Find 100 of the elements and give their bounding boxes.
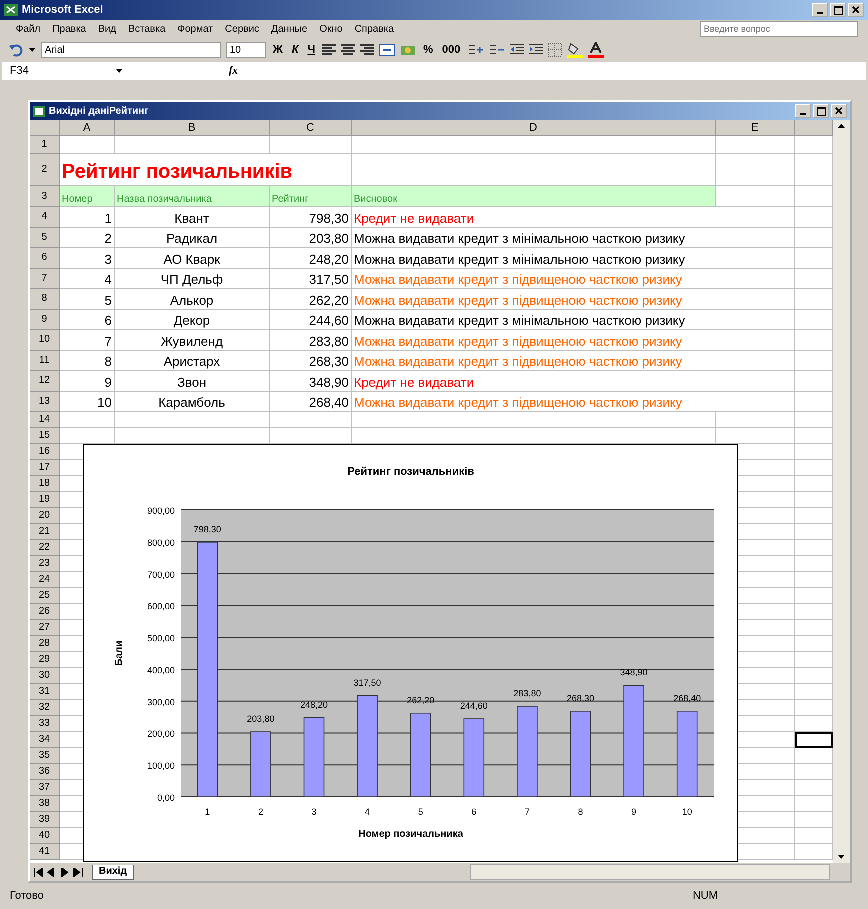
table-cell[interactable]: Радикал (115, 228, 270, 248)
table-cell[interactable]: Карамболь (115, 392, 270, 412)
function-label[interactable]: fx (229, 65, 238, 77)
horizontal-scrollbar[interactable] (470, 864, 830, 880)
row-header[interactable]: 28 (30, 636, 60, 652)
vertical-scrollbar[interactable] (833, 120, 850, 863)
table-cell[interactable] (716, 412, 795, 428)
borders-icon[interactable] (548, 43, 562, 57)
table-cell[interactable]: Декор (115, 310, 270, 330)
row-header[interactable]: 24 (30, 572, 60, 588)
font-name-field[interactable]: Arial (41, 42, 221, 58)
row-header[interactable]: 6 (30, 248, 60, 268)
align-icon[interactable] (322, 44, 336, 56)
table-cell[interactable] (352, 412, 716, 428)
table-cell[interactable]: Аристарх (115, 350, 270, 371)
row-header[interactable]: 40 (30, 828, 60, 844)
column-header[interactable]: C (270, 120, 352, 136)
table-cell[interactable] (716, 186, 795, 207)
row-header[interactable]: 20 (30, 508, 60, 524)
row-header[interactable]: 22 (30, 540, 60, 556)
row-header[interactable]: 37 (30, 780, 60, 796)
table-cell[interactable] (115, 136, 270, 154)
table-cell[interactable] (716, 154, 795, 186)
table-cell[interactable]: 6 (60, 310, 115, 330)
row-header[interactable]: 13 (30, 392, 60, 412)
row-header[interactable]: 8 (30, 289, 60, 310)
table-cell[interactable]: Можна видавати кредит з мінімальною часткою ризику (352, 310, 795, 330)
row-header[interactable]: 21 (30, 524, 60, 540)
row-header[interactable]: 9 (30, 310, 60, 330)
format-button[interactable]: Ч (306, 44, 318, 56)
table-cell[interactable]: 348,90 (270, 371, 352, 392)
tab-navigation-icon[interactable] (34, 868, 86, 876)
row-header[interactable]: 26 (30, 604, 60, 620)
indent-icon[interactable] (528, 44, 543, 56)
row-header[interactable]: 10 (30, 330, 60, 350)
row-header[interactable]: 38 (30, 796, 60, 812)
table-cell[interactable]: 244,60 (270, 310, 352, 330)
menu-item[interactable]: Правка (46, 24, 92, 34)
table-cell[interactable]: Квант (115, 207, 270, 228)
table-cell[interactable]: 203,80 (270, 228, 352, 248)
table-cell[interactable]: Кредит не видавати (352, 371, 795, 392)
table-cell[interactable]: 317,50 (270, 268, 352, 289)
table-cell[interactable]: Можна видавати кредит з мінімальною часткою ризику (352, 248, 795, 268)
table-cell[interactable]: 3 (60, 248, 115, 268)
menu-item[interactable]: Вставка (122, 24, 172, 34)
table-cell[interactable]: 268,30 (270, 350, 352, 371)
select-all-corner[interactable] (30, 120, 60, 136)
maximize-button[interactable] (830, 3, 846, 17)
column-header[interactable]: E (716, 120, 795, 136)
table-cell[interactable]: 8 (60, 350, 115, 371)
row-header[interactable]: 15 (30, 428, 60, 444)
menu-item[interactable]: Сервис (219, 24, 266, 34)
dropdown-arrow-icon[interactable] (29, 48, 36, 52)
table-cell[interactable] (270, 412, 352, 428)
row-header[interactable]: 25 (30, 588, 60, 604)
currency-icon[interactable] (400, 43, 416, 57)
row-header[interactable]: 14 (30, 412, 60, 428)
menu-item[interactable]: Данные (265, 24, 314, 34)
table-cell[interactable]: 248,20 (270, 248, 352, 268)
row-header[interactable]: 17 (30, 460, 60, 476)
scroll-up-icon[interactable] (838, 124, 845, 128)
table-cell[interactable]: 283,80 (270, 330, 352, 350)
thousands-button[interactable]: 000 (440, 44, 463, 56)
table-cell[interactable] (60, 136, 115, 154)
close-button[interactable] (848, 3, 864, 17)
table-cell[interactable]: 7 (60, 330, 115, 350)
row-header[interactable]: 35 (30, 748, 60, 764)
table-cell[interactable] (115, 412, 270, 428)
row-header[interactable]: 23 (30, 556, 60, 572)
row-header[interactable]: 32 (30, 700, 60, 716)
selected-cell[interactable] (795, 732, 833, 748)
name-box[interactable]: F34 (2, 65, 110, 77)
table-cell[interactable]: 268,40 (270, 392, 352, 412)
minimize-button[interactable] (795, 104, 811, 118)
restore-button[interactable] (813, 104, 829, 118)
align-icon[interactable] (341, 44, 356, 56)
format-button[interactable]: К (290, 44, 301, 56)
row-header[interactable]: 19 (30, 492, 60, 508)
table-cell[interactable] (716, 136, 795, 154)
row-header[interactable]: 36 (30, 764, 60, 780)
align-icon[interactable] (360, 44, 374, 56)
row-header[interactable]: 12 (30, 371, 60, 392)
menu-item[interactable]: Файл (10, 24, 47, 34)
table-cell[interactable] (60, 412, 115, 428)
increase-decimal-icon[interactable] (468, 44, 484, 56)
table-cell[interactable]: 262,20 (270, 289, 352, 310)
row-header[interactable]: 31 (30, 684, 60, 700)
row-header[interactable]: 41 (30, 844, 60, 860)
table-cell[interactable]: 1 (60, 207, 115, 228)
row-header[interactable]: 3 (30, 186, 60, 207)
table-cell[interactable] (352, 136, 716, 154)
outdent-icon[interactable] (510, 44, 524, 56)
table-cell[interactable] (270, 136, 352, 154)
fill-color-icon[interactable] (566, 42, 583, 58)
font-color-icon[interactable] (588, 42, 604, 58)
table-cell[interactable]: 9 (60, 371, 115, 392)
table-cell[interactable]: ЧП Дельф (115, 268, 270, 289)
minimize-button[interactable] (812, 3, 828, 17)
row-header[interactable]: 4 (30, 207, 60, 228)
row-header[interactable]: 34 (30, 732, 60, 748)
